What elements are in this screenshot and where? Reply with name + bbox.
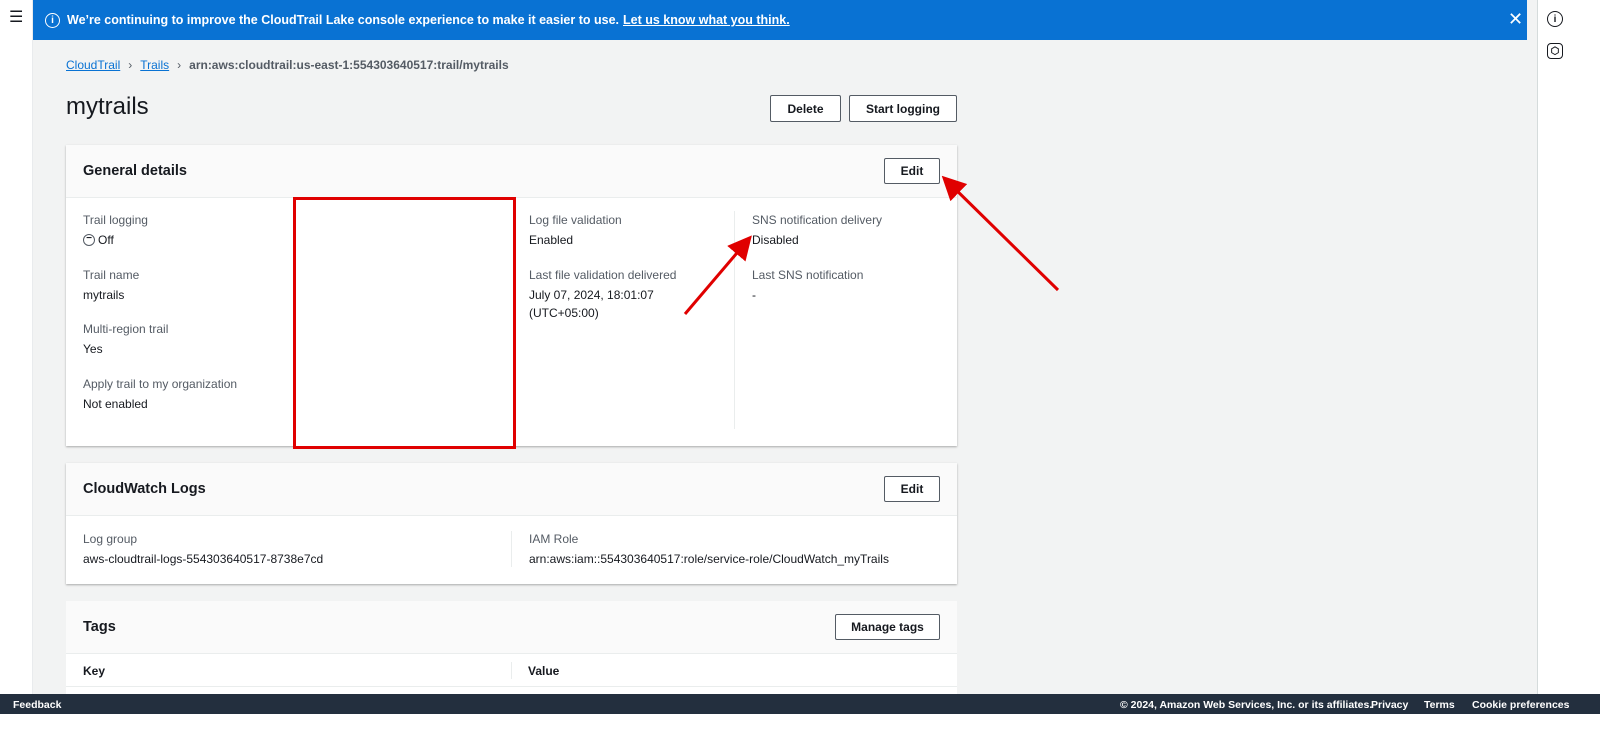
cookie-preferences-link[interactable]: Cookie preferences <box>1472 699 1569 711</box>
arrow-to-sns <box>685 240 748 314</box>
feedback-link[interactable]: Feedback <box>13 699 61 711</box>
copyright: © 2024, Amazon Web Services, Inc. or its… <box>1120 699 1372 711</box>
privacy-link[interactable]: Privacy <box>1371 699 1408 711</box>
terms-link[interactable]: Terms <box>1424 699 1455 711</box>
annotation-arrows <box>0 0 1600 729</box>
footer: Feedback © 2024, Amazon Web Services, In… <box>0 694 1600 714</box>
arrow-to-edit <box>946 180 1058 290</box>
